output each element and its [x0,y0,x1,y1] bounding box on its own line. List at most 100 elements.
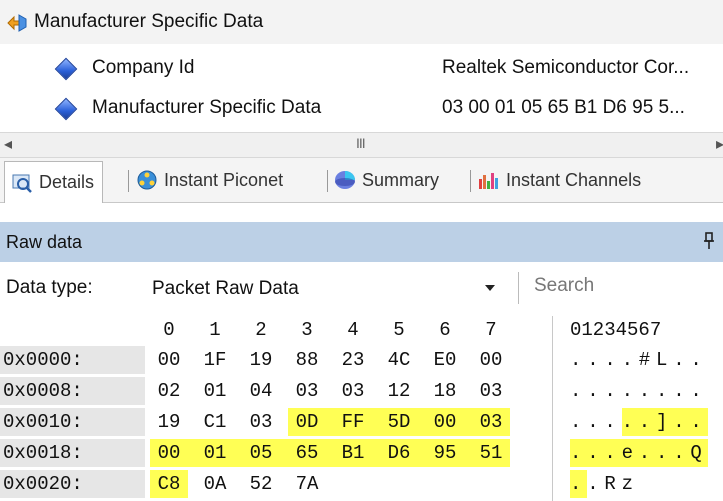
channels-icon [478,169,500,191]
tree-child-value: Realtek Semiconductor Cor... [442,57,690,78]
panel-title: Raw data [6,231,83,252]
scroll-left-arrow-icon[interactable]: ◂ [4,134,12,154]
chevron-down-icon[interactable] [484,280,496,302]
property-diamond-icon [54,57,78,81]
data-type-select[interactable]: Packet Raw Data [140,270,508,306]
data-type-label: Data type: [6,277,93,298]
hex-byte[interactable]: 01 [200,439,230,467]
hex-byte[interactable]: 23 [338,346,368,374]
hex-byte[interactable]: 88 [292,346,322,374]
hex-byte[interactable]: 95 [430,439,460,467]
tree-child-label: Company Id [92,57,195,78]
hex-byte[interactable]: 1F [200,346,230,374]
hex-row[interactable]: 0x0018: 00 01 05 65 B1 D6 95 51 ...e...Q [0,439,723,467]
hex-column-header: 0 [163,319,175,341]
hex-byte[interactable]: 03 [476,377,506,405]
tab-details[interactable]: Details [4,161,104,203]
search-input[interactable]: Search [534,275,594,297]
hex-byte[interactable]: 18 [430,377,460,405]
hex-byte[interactable]: E0 [430,346,460,374]
hex-byte[interactable]: 65 [292,439,322,467]
collapse-arrow-icon[interactable] [6,11,28,33]
tab-strip: Details Instant Piconet Summary Instant … [0,158,723,203]
hex-byte[interactable]: 00 [430,408,460,436]
hex-byte[interactable]: 4C [384,346,414,374]
ascii-text[interactable]: ........ [570,377,708,405]
ascii-text[interactable]: ..Rz [570,470,639,498]
hex-view[interactable]: 0 1 2 3 4 5 6 7 01234567 0x0000: 00 1F 19 88… [0,316,723,501]
hex-byte[interactable]: 00 [476,346,506,374]
hex-row[interactable]: 0x0008: 02 01 04 03 03 12 18 03........ [0,377,723,405]
ascii-text[interactable]: ...e...Q [570,439,708,467]
raw-data-panel-header: Raw data [0,222,723,262]
toolbar-separator [518,272,519,304]
tab-label: Summary [362,169,440,190]
hex-byte[interactable]: C1 [200,408,230,436]
hex-row[interactable]: 0x0020: C8 0A 52 7A ..Rz [0,470,723,498]
tree-parent-label: Manufacturer Specific Data [34,11,264,32]
hex-byte[interactable]: 0A [200,470,230,498]
tab-label: Instant Channels [506,169,642,190]
hex-column-header: 7 [485,319,497,341]
hex-byte[interactable]: 51 [476,439,506,467]
hex-byte[interactable]: 19 [154,408,184,436]
hex-column-header: 6 [439,319,451,341]
hex-byte[interactable]: FF [338,408,368,436]
tab-separator [470,170,471,192]
tree-row-manufacturer-data[interactable]: Manufacturer Specific Data 03 00 01 05 6… [0,86,723,130]
tree-child-value: 03 00 01 05 65 B1 D6 95 5... [442,97,685,118]
hex-byte[interactable]: 7A [292,470,322,498]
hex-byte[interactable]: 19 [246,346,276,374]
tab-instant-channels[interactable]: Instant Channels [478,162,641,198]
hex-row[interactable]: 0x0000: 00 1F 19 88 23 4C E0 00 ....#L.. [0,346,723,374]
hex-column-header: 4 [347,319,359,341]
pin-icon[interactable] [703,232,715,255]
hex-byte[interactable]: 52 [246,470,276,498]
scroll-thumb-grip[interactable]: III [356,135,366,151]
hex-column-header: 1 [209,319,221,341]
tab-separator [128,170,129,192]
hex-byte[interactable]: B1 [338,439,368,467]
hex-address: 0x0008: [0,377,145,405]
ascii-text[interactable]: .....].. [570,408,708,436]
ascii-text[interactable]: ....#L.. [570,346,708,374]
piconet-icon [136,169,158,191]
horizontal-scrollbar[interactable]: ◂ III ▸ [0,132,723,158]
tree-row-parent[interactable]: Manufacturer Specific Data [0,0,723,44]
hex-byte[interactable]: 01 [200,377,230,405]
tree-child-label: Manufacturer Specific Data [92,97,322,118]
hex-byte[interactable]: 00 [154,439,184,467]
hex-byte[interactable]: 03 [246,408,276,436]
data-type-row: Data type: Packet Raw Data Search [0,264,723,314]
hex-byte[interactable]: 03 [292,377,322,405]
tab-instant-piconet[interactable]: Instant Piconet [136,162,283,198]
tree-row-company-id[interactable]: Company Id Realtek Semiconductor Cor... [0,46,723,90]
hex-byte[interactable]: D6 [384,439,414,467]
hex-address: 0x0018: [0,439,145,467]
tab-label: Details [39,172,95,192]
hex-address: 0x0020: [0,470,145,498]
property-diamond-icon [54,97,78,121]
hex-byte[interactable]: 05 [246,439,276,467]
tab-summary[interactable]: Summary [334,162,439,198]
tab-separator [327,170,328,192]
scroll-right-arrow-icon[interactable]: ▸ [716,134,723,154]
hex-byte[interactable]: 04 [246,377,276,405]
hex-byte[interactable]: 12 [384,377,414,405]
hex-address: 0x0010: [0,408,145,436]
data-type-selected: Packet Raw Data [152,278,299,299]
hex-byte[interactable]: 03 [338,377,368,405]
hex-column-header: 3 [301,319,313,341]
hex-byte[interactable]: C8 [154,470,184,498]
hex-row[interactable]: 0x0010: 19 C1 03 0D FF 5D 00 03.....].. [0,408,723,436]
hex-column-header: 5 [393,319,405,341]
hex-header-row: 0 1 2 3 4 5 6 7 01234567 [0,316,723,346]
hex-byte[interactable]: 5D [384,408,414,436]
summary-icon [334,169,356,191]
hex-column-header: 2 [255,319,267,341]
hex-byte[interactable]: 0D [292,408,322,436]
hex-byte[interactable]: 03 [476,408,506,436]
ascii-column-header: 01234567 [570,319,662,341]
hex-byte[interactable]: 00 [154,346,184,374]
hex-byte[interactable]: 02 [154,377,184,405]
